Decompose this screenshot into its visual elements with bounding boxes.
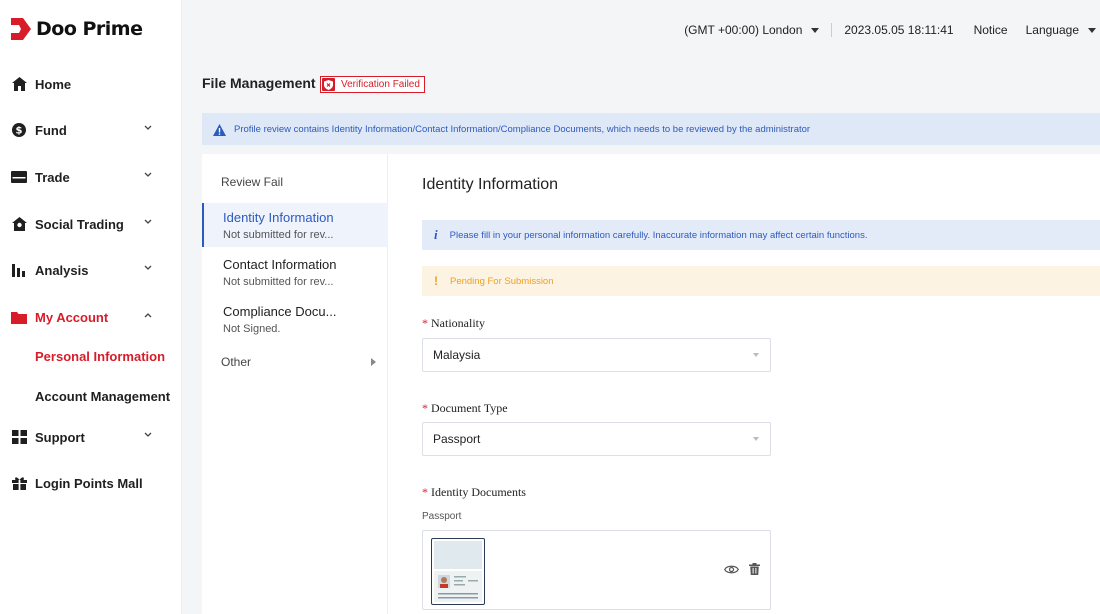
nationality-label-text: Nationality — [431, 316, 485, 330]
required-mark: * — [422, 316, 428, 330]
sidebar-item-trade[interactable]: Trade — [0, 162, 182, 192]
document-type-label: * Document Type — [422, 401, 508, 416]
steps-header: Review Fail — [221, 175, 284, 189]
exclamation-icon: ! — [434, 274, 438, 288]
step-status: Not submitted for rev... — [223, 229, 334, 241]
info-notice: i Please fill in your personal informati… — [422, 220, 1100, 250]
sidebar-subitem-account-management[interactable]: Account Management — [35, 389, 170, 404]
step-title: Contact Information — [223, 257, 337, 272]
identity-documents-label: * Identity Documents — [422, 485, 526, 500]
sidebar-item-label: Social Trading — [35, 216, 124, 232]
top-bar: (GMT +00:00) London 2023.05.05 18:11:41 … — [183, 0, 1100, 62]
nationality-label: * Nationality — [422, 316, 485, 331]
sidebar-item-label: Support — [35, 429, 85, 445]
step-title: Compliance Docu... — [223, 304, 337, 319]
step-other-label: Other — [221, 355, 252, 369]
top-bar-right: (GMT +00:00) London 2023.05.05 18:11:41 … — [684, 23, 1096, 37]
sidebar-item-label: Home — [35, 76, 72, 92]
chevron-down-icon — [143, 170, 153, 180]
step-title: Identity Information — [223, 210, 334, 225]
sidebar-item-home[interactable]: Home — [0, 69, 182, 99]
status-badge: Verification Failed — [320, 76, 425, 93]
trash-icon[interactable] — [749, 562, 760, 580]
nationality-value: Malaysia — [433, 348, 481, 362]
sidebar: Doo Prime Home $ Fund Trade Social Tradi… — [0, 0, 182, 614]
document-type-select[interactable]: Passport — [422, 422, 771, 456]
step-status: Not Signed. — [223, 323, 281, 335]
notice-link[interactable]: Notice — [974, 23, 1008, 37]
required-mark: * — [422, 485, 428, 499]
analysis-icon — [11, 262, 27, 278]
document-type-value: Passport — [433, 432, 481, 446]
chevron-down-icon — [143, 263, 153, 273]
required-mark: * — [422, 401, 428, 415]
info-icon: i — [434, 227, 438, 242]
section-title: Identity Information — [422, 176, 559, 193]
pending-notice: ! Pending For Submission — [422, 266, 1100, 296]
warning-triangle-icon — [213, 123, 226, 136]
eye-icon[interactable] — [724, 562, 739, 580]
review-alert-text: Profile review contains Identity Informa… — [234, 123, 811, 135]
identity-documents-label-text: Identity Documents — [431, 485, 526, 499]
dollar-icon: $ — [11, 122, 27, 138]
status-badge-label: Verification Failed — [341, 79, 420, 90]
content-card: Review Fail Identity Information Not sub… — [202, 154, 1100, 614]
step-contact-information[interactable]: Contact Information Not submitted for re… — [202, 250, 388, 294]
identity-documents-sublabel: Passport — [422, 511, 462, 522]
sidebar-item-my-account[interactable]: My Account — [0, 302, 182, 332]
timezone-label: (GMT +00:00) London — [684, 23, 803, 37]
caret-right-icon — [371, 358, 376, 366]
sidebar-item-label: Fund — [35, 122, 67, 138]
brand-logo[interactable]: Doo Prime — [11, 18, 143, 40]
step-compliance-documents[interactable]: Compliance Docu... Not Signed. — [202, 297, 388, 341]
brand-name: Doo Prime — [36, 18, 143, 40]
sidebar-item-login-points-mall[interactable]: Login Points Mall — [0, 468, 182, 498]
chevron-up-icon — [143, 310, 153, 320]
trade-icon — [11, 169, 27, 185]
gift-icon — [11, 475, 27, 491]
chevron-down-icon — [143, 430, 153, 440]
pending-notice-text: Pending For Submission — [450, 275, 554, 287]
nationality-select[interactable]: Malaysia — [422, 338, 771, 372]
document-actions — [724, 562, 760, 580]
chevron-down-icon — [143, 123, 153, 133]
info-notice-text: Please fill in your personal information… — [449, 229, 868, 241]
language-select[interactable]: Language — [1026, 23, 1096, 37]
sidebar-item-support[interactable]: Support — [0, 422, 182, 452]
social-icon — [11, 216, 27, 232]
sidebar-subitem-personal-information[interactable]: Personal Information — [35, 349, 165, 364]
sidebar-item-label: Login Points Mall — [35, 475, 143, 491]
sidebar-item-label: My Account — [35, 309, 109, 325]
home-icon — [11, 76, 27, 92]
step-other[interactable]: Other — [221, 355, 376, 369]
form-panel: Identity Information i Please fill in yo… — [389, 154, 1100, 614]
doo-prime-logo-icon — [11, 18, 31, 40]
page-title: File Management — [202, 75, 316, 91]
sidebar-item-fund[interactable]: $ Fund — [0, 115, 182, 145]
svg-text:$: $ — [16, 126, 23, 137]
step-identity-information[interactable]: Identity Information Not submitted for r… — [202, 203, 388, 247]
language-label: Language — [1025, 23, 1079, 37]
chevron-down-icon — [753, 437, 759, 441]
sidebar-item-label: Analysis — [35, 262, 89, 278]
passport-thumbnail[interactable] — [431, 538, 485, 605]
review-alert: Profile review contains Identity Informa… — [202, 113, 1100, 145]
step-status: Not submitted for rev... — [223, 276, 334, 288]
document-type-label-text: Document Type — [431, 401, 508, 415]
sidebar-item-social-trading[interactable]: Social Trading — [0, 209, 182, 239]
caret-down-icon — [1088, 27, 1096, 33]
caret-down-icon — [811, 27, 820, 33]
chevron-down-icon — [753, 353, 759, 357]
grid-icon — [11, 429, 27, 445]
steps-panel: Review Fail Identity Information Not sub… — [202, 154, 388, 614]
document-upload-box — [422, 530, 771, 610]
folder-icon — [11, 309, 27, 325]
current-datetime: 2023.05.05 18:11:41 — [844, 23, 954, 37]
timezone-select[interactable]: (GMT +00:00) London — [684, 23, 820, 37]
chevron-down-icon — [143, 217, 153, 227]
shield-x-icon — [322, 78, 335, 91]
sidebar-item-label: Trade — [35, 169, 70, 185]
sidebar-item-analysis[interactable]: Analysis — [0, 255, 182, 285]
divider — [831, 23, 833, 37]
